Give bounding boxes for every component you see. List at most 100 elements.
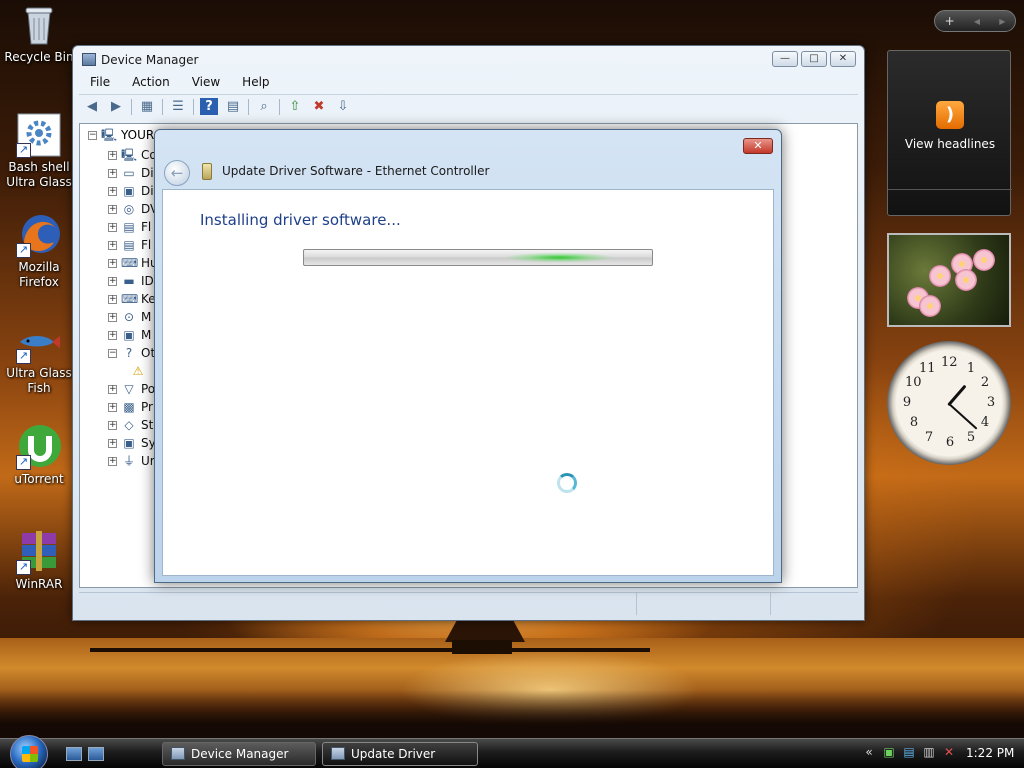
desktop-icon-recycle-bin[interactable]: Recycle Bin — [2, 2, 76, 65]
tree-item[interactable]: −? Ot — [108, 344, 155, 362]
prev-gadget-button[interactable]: ◀ — [974, 17, 980, 26]
expand-icon[interactable]: + — [108, 420, 117, 430]
flower-image — [919, 295, 941, 317]
minimize-button[interactable]: — — [772, 51, 798, 67]
collapse-icon[interactable]: − — [108, 348, 117, 358]
tree-item[interactable]: + ▣ Di — [108, 182, 154, 200]
expand-icon[interactable]: + — [108, 150, 117, 160]
expand-icon[interactable]: + — [108, 312, 117, 322]
safely-remove-icon[interactable]: ▤ — [902, 745, 916, 759]
storage-icon: ◇ — [124, 418, 134, 432]
volume-muted-icon[interactable]: ✕ — [942, 745, 956, 759]
collapse-icon[interactable]: − — [88, 130, 97, 140]
tree-item[interactable]: + ▣ Sy — [108, 434, 156, 452]
maximize-button[interactable]: □ — [801, 51, 827, 67]
expand-icon[interactable]: + — [108, 204, 117, 214]
flower-image — [929, 265, 951, 287]
forward-icon[interactable]: ▶ — [107, 98, 125, 115]
enable-icon[interactable]: ⇩ — [334, 98, 352, 115]
desktop-icon-utorrent[interactable]: ↗ uTorrent — [2, 424, 76, 487]
expand-icon[interactable]: + — [108, 258, 117, 268]
power-icon[interactable]: ▥ — [922, 745, 936, 759]
menu-help[interactable]: Help — [231, 73, 280, 91]
tree-item[interactable]: + ▤ Fl — [108, 218, 151, 236]
sidebar-controls: + ◀ ▶ — [934, 10, 1016, 32]
desktop-icon-bash-shell[interactable]: ↗ Bash shell Ultra Glass — [2, 112, 76, 190]
system-tray: « ▣ ▤ ▥ ✕ — [862, 745, 956, 759]
tree-item[interactable]: + ⏚ Ur — [108, 452, 155, 470]
add-gadget-button[interactable]: + — [945, 14, 955, 28]
tree-item[interactable]: + ⌨ Ke — [108, 290, 156, 308]
back-button[interactable]: ← — [164, 160, 190, 186]
next-gadget-button[interactable]: ▶ — [999, 17, 1005, 26]
expand-icon[interactable]: + — [108, 276, 117, 286]
expand-icon[interactable]: + — [108, 438, 117, 448]
toolbar-separator — [162, 98, 163, 115]
menu-view[interactable]: View — [181, 73, 231, 91]
clock-gadget[interactable]: 12 1 2 3 4 5 6 7 8 9 10 11 — [887, 341, 1011, 465]
taskbar-button-update-driver[interactable]: Update Driver Softw... — [322, 742, 478, 766]
wallpaper-beach — [0, 690, 1024, 740]
ide-icon: ▬ — [123, 274, 135, 288]
menu-action[interactable]: Action — [121, 73, 181, 91]
view-headlines-link[interactable]: View headlines — [888, 137, 1012, 151]
help-icon[interactable]: ? — [200, 98, 218, 115]
expand-icon[interactable]: + — [108, 330, 117, 340]
flower-image — [973, 249, 995, 271]
feed-headlines-gadget[interactable]: ) View headlines — [887, 50, 1012, 216]
dialog-close-button[interactable]: ✕ — [743, 138, 773, 154]
tree-item[interactable]: + ◇ St — [108, 416, 153, 434]
expand-icon[interactable]: + — [108, 240, 117, 250]
close-button[interactable]: ✕ — [830, 51, 856, 67]
tree-item[interactable]: + ▽ Po — [108, 380, 155, 398]
expand-icon[interactable]: + — [108, 384, 117, 394]
chevron-icon[interactable]: « — [862, 745, 876, 759]
expand-icon[interactable]: + — [108, 402, 117, 412]
tree-item[interactable]: + ▩ Pr — [108, 398, 153, 416]
tree-item[interactable]: + ▤ Fl — [108, 236, 151, 254]
expand-icon[interactable]: + — [108, 168, 117, 178]
tree-item[interactable]: + ⊙ M — [108, 308, 151, 326]
desktop-icon-winrar[interactable]: ↗ WinRAR — [2, 529, 76, 592]
properties-icon[interactable]: ▦ — [138, 98, 156, 115]
desktop-icon-firefox[interactable]: ↗ Mozilla Firefox — [2, 212, 76, 290]
view-icon[interactable]: ▤ — [224, 98, 242, 115]
expand-icon[interactable]: + — [108, 222, 117, 232]
toolbar: ◀ ▶ ▦ ☰ ? ▤ ⌕ ⇧ ✖ ⇩ — [79, 94, 858, 118]
tree-item[interactable]: ⚠ — [130, 362, 150, 380]
desktop-icon-ultra-glass-fish[interactable]: ↗ Ultra Glass Fish — [2, 318, 76, 396]
tree-item[interactable]: + 🖳 Co — [108, 146, 157, 164]
desktop-icon-label: Ultra Glass Fish — [6, 366, 72, 395]
tree-item[interactable]: + ◎ DV — [108, 200, 158, 218]
menu-bar: File Action View Help — [79, 73, 281, 91]
uninstall-icon[interactable]: ✖ — [310, 98, 328, 115]
taskbar-button-device-manager[interactable]: Device Manager — [162, 742, 316, 766]
list-icon[interactable]: ☰ — [169, 98, 187, 115]
network-icon[interactable]: ▣ — [882, 745, 896, 759]
shortcut-arrow-icon: ↗ — [16, 349, 31, 364]
show-desktop-icon[interactable] — [66, 747, 82, 761]
tree-root[interactable]: − 🖳 YOUR — [88, 128, 154, 142]
expand-icon[interactable]: + — [108, 294, 117, 304]
clock-numeral: 7 — [924, 430, 934, 445]
clock-numeral: 4 — [980, 415, 990, 430]
tree-item[interactable]: + ▣ M — [108, 326, 151, 344]
clock-numeral: 6 — [945, 435, 955, 450]
slideshow-gadget[interactable] — [887, 233, 1011, 327]
start-button[interactable] — [10, 735, 48, 768]
computer-icon: 🖳 — [121, 148, 138, 162]
wallpaper-hut-roof — [445, 620, 525, 642]
menu-file[interactable]: File — [79, 73, 121, 91]
status-cell — [771, 593, 857, 615]
expand-icon[interactable]: + — [108, 186, 117, 196]
tree-item[interactable]: + ⌨ Hu — [108, 254, 158, 272]
status-cell — [637, 593, 771, 615]
tree-item[interactable]: + ▭ Di — [108, 164, 154, 182]
taskbar-clock[interactable]: 1:22 PM — [966, 746, 1014, 760]
switch-windows-icon[interactable] — [88, 747, 104, 761]
update-driver-icon[interactable]: ⇧ — [286, 98, 304, 115]
tree-item[interactable]: + ▬ ID — [108, 272, 154, 290]
back-icon[interactable]: ◀ — [83, 98, 101, 115]
scan-icon[interactable]: ⌕ — [255, 98, 273, 115]
expand-icon[interactable]: + — [108, 456, 117, 466]
